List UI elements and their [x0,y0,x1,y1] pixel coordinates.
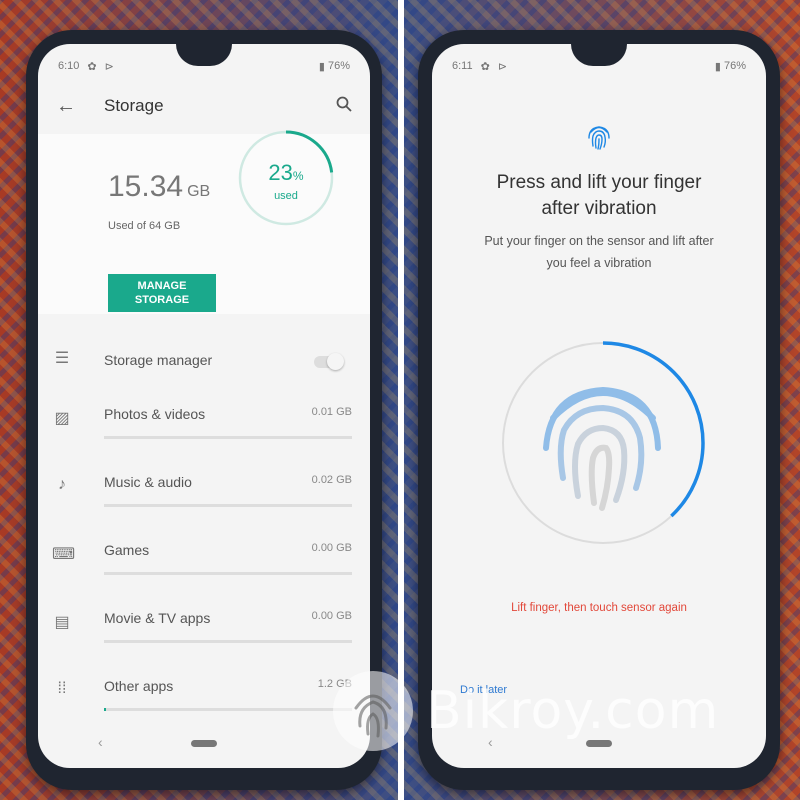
used-storage: 15.34 GB [108,170,210,204]
app-bar: ← Storage [38,86,370,126]
gamepad-icon: ⌨ [52,546,76,563]
storage-item-label: Other apps [104,678,174,694]
battery-icon: ▮ [714,60,721,73]
settings-status-icon: ✿ [480,60,490,73]
error-message: Lift finger, then touch sensor again [511,602,687,614]
nav-back-icon[interactable]: ‹ [98,734,103,750]
storage-item-label: Games [104,542,150,558]
enroll-progress-arc [501,341,705,545]
battery-level: 76% [327,60,350,72]
storage-item-row[interactable]: ♪ Music & audio 0.02 GB [38,462,370,522]
percent-label: used [274,190,298,202]
used-unit: GB [187,183,211,200]
settings-status-icon: ✿ [87,60,97,73]
storage-item-row[interactable]: ⁞⁞ Other apps 1.2 GB [38,666,370,726]
enroll-progress-ring [501,341,705,545]
heading-line-1: Press and lift your finger [496,172,702,193]
large-fingerprint-icon [543,386,661,511]
sub-line-2: you feel a vibration [546,256,652,270]
battery-icon: ▮ [318,60,325,73]
instruction-subtext: Put your finger on the sensor and lift a… [452,230,746,274]
used-value: 15.34 [108,170,184,203]
percent-used: 23% [236,160,336,186]
fingerprint-screen: 6:11 ✿ ⊳ ▮ 76% Press and lift your finge… [432,44,766,768]
list-icon: ☰ [54,350,70,367]
heading-line-2: after vibration [541,198,657,219]
status-bar: 6:10 ✿ ⊳ ▮ 76% [58,58,350,74]
storage-manager-toggle[interactable] [314,353,344,370]
storage-item-label: Movie & TV apps [104,610,211,626]
storage-manager-label: Storage manager [104,352,213,368]
status-time: 6:10 [58,60,80,72]
storage-item-label: Photos & videos [104,406,206,422]
page-title: Storage [104,96,164,115]
watermark-logo [333,671,413,751]
status-bar: 6:11 ✿ ⊳ ▮ 76% [452,58,746,74]
watermark-text: Bikroy.com [426,681,720,741]
storage-item-fill [104,708,107,711]
movie-icon: ▤ [54,614,70,631]
storage-item-row[interactable]: ⌨ Games 0.00 GB [38,530,370,590]
nav-home-pill[interactable] [191,740,217,747]
storage-item-bar [104,640,352,643]
instruction-heading: Press and lift your finger after vibrati… [432,170,766,222]
storage-item-row[interactable]: ▤ Movie & TV apps 0.00 GB [38,598,370,658]
fingerprint-icon [588,126,610,150]
used-of-total: Used of 64 GB [108,220,181,232]
music-note-icon: ♪ [58,476,66,493]
left-phone: 6:10 ✿ ⊳ ▮ 76% ← Storage 15.34 GB Used of… [26,30,382,790]
storage-screen: 6:10 ✿ ⊳ ▮ 76% ← Storage 15.34 GB Used of… [38,44,370,768]
cast-status-icon: ⊳ [104,60,114,73]
manage-storage-button[interactable]: MANAGE STORAGE [108,274,216,312]
apps-grid-icon: ⁞⁞ [57,680,67,697]
watermark: Bikroy.com [330,668,719,754]
storage-item-bar [104,572,352,575]
cast-status-icon: ⊳ [497,60,508,73]
storage-item-bar [104,708,352,711]
nav-bar: ‹ [38,734,370,754]
storage-item-size: 0.01 GB [311,406,352,418]
battery-level: 76% [723,60,746,72]
storage-item-bar [104,504,352,507]
storage-item-row[interactable]: ▨ Photos & videos 0.01 GB [38,394,370,454]
percent-value: 23 [268,160,293,185]
status-time: 6:11 [452,60,473,72]
sub-line-1: Put your finger on the sensor and lift a… [484,234,714,248]
storage-item-size: 0.00 GB [311,610,352,622]
storage-item-size: 0.00 GB [311,542,352,554]
toggle-knob [327,353,344,370]
photo-icon: ▨ [54,410,70,427]
storage-item-size: 0.02 GB [311,474,352,486]
percent-sign: % [292,169,304,183]
storage-item-label: Music & audio [104,474,192,490]
search-icon[interactable] [336,96,352,117]
back-arrow-icon[interactable]: ← [56,95,76,118]
storage-item-bar [104,436,352,439]
storage-manager-row[interactable]: ☰ Storage manager [38,334,370,394]
